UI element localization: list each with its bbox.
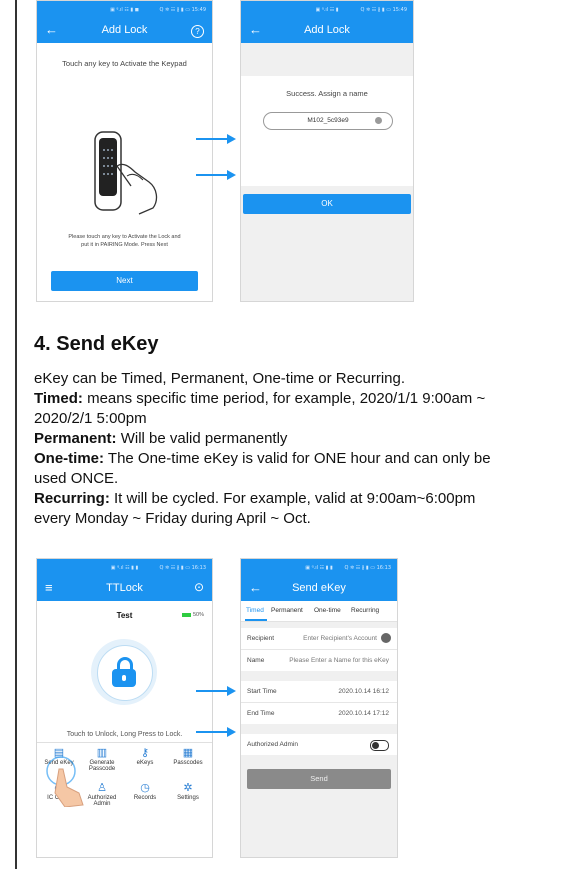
- scan-icon[interactable]: ⊙: [194, 580, 204, 594]
- tab-one-time[interactable]: One-time: [314, 607, 341, 614]
- lock-name-value: M102_5c93e9: [307, 117, 349, 124]
- arrow-right-icon: [196, 727, 236, 737]
- nav-bar: ← Add Lock ?: [37, 19, 212, 43]
- add-lock-screen-1: ▣ ᵍ.ıl ☷ ▮ ◼ Q ✲ ☷ ∦ ▮ ▭ 15:49 ← Add Loc…: [36, 0, 213, 302]
- status-right: Q ✲ ☷ ∦ ▮ ▭ 16:13: [159, 565, 206, 571]
- passcodes-icon: ▦: [182, 747, 194, 759]
- end-time-value[interactable]: 2020.10.14 17:12: [338, 710, 389, 717]
- ok-button[interactable]: OK: [243, 194, 411, 214]
- next-button[interactable]: Next: [51, 271, 198, 291]
- authorized-admin-row: Authorized Admin: [241, 734, 397, 755]
- add-lock-screen-2: ▣ ᵍ.ıl ☷ ▮ Q ✲ ☷ ∦ ▮ ▭ 15:49 ← Add Lock …: [240, 0, 414, 302]
- status-bar: ▣ ᵍ.ıl ☷ ▮ ▮ Q ✲ ☷ ∦ ▮ ▭ 16:13: [37, 559, 212, 577]
- grid-label: Records: [133, 795, 157, 801]
- ekey-type-tabs: Timed Permanent One-time Recurring: [241, 601, 397, 622]
- arrow-right-icon: [196, 134, 236, 144]
- status-right: Q ✲ ☷ ∦ ▮ ▭ 15:49: [360, 7, 407, 13]
- grid-label: Authorized Admin: [87, 795, 117, 807]
- arrow-right-icon: [196, 170, 236, 180]
- recipient-input[interactable]: Enter Recipient's Account: [303, 635, 377, 642]
- name-label: Name: [247, 657, 265, 664]
- status-right: Q ✲ ☷ ∦ ▮ ▭ 16:13: [344, 565, 391, 571]
- arrow-right-icon: [196, 686, 236, 696]
- nav-bar: ← Send eKey: [241, 577, 397, 601]
- onetime-description: One-time: The One-time eKey is valid for…: [34, 449, 491, 469]
- records-icon: ◷: [140, 782, 150, 794]
- keypad-lock-illustration: [94, 131, 158, 215]
- timed-description-cont: 2020/2/1 5:00pm: [34, 410, 147, 427]
- screen-title: TTLock: [106, 582, 143, 594]
- intro-text: eKey can be Timed, Permanent, One-time o…: [34, 370, 406, 387]
- records-item[interactable]: ◷ Records: [125, 781, 165, 801]
- end-time-row[interactable]: End Time 2020.10.14 17:12: [241, 703, 397, 724]
- nav-bar: ≡ TTLock ⊙: [37, 577, 212, 601]
- pairing-hint-line-2: put it in PAIRING Mode. Press Next: [81, 242, 168, 248]
- screen-title: Add Lock: [101, 24, 148, 36]
- start-time-value[interactable]: 2020.10.14 16:12: [338, 688, 389, 695]
- battery-indicator: 50%: [182, 612, 204, 618]
- tab-timed[interactable]: Timed: [246, 607, 264, 614]
- onetime-text: The One-time eKey is valid for ONE hour …: [104, 450, 491, 467]
- gear-icon: ✲: [183, 782, 193, 794]
- tab-permanent[interactable]: Permanent: [271, 607, 303, 614]
- ekeys-item[interactable]: ⚷ eKeys: [125, 746, 165, 766]
- recurring-label: Recurring:: [34, 490, 110, 507]
- recurring-description: Recurring: It will be cycled. For exampl…: [34, 489, 475, 509]
- active-tab-indicator: [245, 619, 267, 621]
- recipient-label: Recipient: [247, 635, 275, 642]
- name-row[interactable]: Name Please Enter a Name for this eKey: [241, 650, 397, 671]
- status-bar: ▣ ᵍ.ıl ☷ ▮ Q ✲ ☷ ∦ ▮ ▭ 15:49: [241, 1, 413, 19]
- ttlock-home-screen: ▣ ᵍ.ıl ☷ ▮ ▮ Q ✲ ☷ ∦ ▮ ▭ 16:13 ≡ TTLock …: [36, 558, 213, 858]
- authorized-admin-label: Authorized Admin: [247, 741, 298, 748]
- status-bar: ▣ ᵍ.ıl ☷ ▮ ◼ Q ✲ ☷ ∦ ▮ ▭ 15:49: [37, 1, 212, 19]
- onetime-label: One-time:: [34, 450, 105, 467]
- page-margin-rule: [15, 0, 17, 869]
- recurring-description-cont: every Monday ~ Friday during April ~ Oct…: [34, 510, 311, 527]
- name-input[interactable]: Please Enter a Name for this eKey: [289, 657, 389, 664]
- timed-description: Timed: means specific time period, for e…: [34, 389, 485, 409]
- section-heading: 4. Send eKey: [34, 333, 159, 355]
- recurring-text: It will be cycled. For example, valid at…: [109, 490, 476, 507]
- clear-icon[interactable]: [375, 117, 382, 124]
- settings-item[interactable]: ✲ Settings: [168, 781, 208, 801]
- permanent-label: Permanent:: [34, 430, 117, 447]
- pairing-hint-line-1: Please touch any key to Activate the Loc…: [68, 234, 181, 240]
- recipient-row[interactable]: Recipient Enter Recipient's Account: [241, 628, 397, 650]
- unlock-hint: Touch to Unlock, Long Press to Lock.: [66, 731, 183, 738]
- battery-icon: [182, 612, 192, 617]
- passcodes-item[interactable]: ▦ Passcodes: [168, 746, 208, 766]
- tab-recurring[interactable]: Recurring: [351, 607, 379, 614]
- grid-label: Passcodes: [173, 760, 203, 766]
- timed-text: means specific time period, for example,…: [82, 390, 486, 407]
- permanent-description: Permanent: Will be valid permanently: [34, 429, 287, 449]
- screen-title: Add Lock: [304, 24, 350, 36]
- contacts-icon[interactable]: [381, 633, 391, 643]
- grid-label: eKeys: [136, 760, 154, 766]
- status-bar: ▣ ᵍ.ıl ☷ ▮ ▮ Q ✲ ☷ ∦ ▮ ▭ 16:13: [241, 559, 397, 577]
- battery-level: 50%: [192, 612, 204, 618]
- nav-bar: ← Add Lock: [241, 19, 413, 43]
- grid-label: Generate Passcode: [88, 760, 116, 772]
- grid-label: Settings: [177, 795, 199, 801]
- keys-icon: ⚷: [140, 747, 150, 759]
- end-time-label: End Time: [247, 710, 275, 717]
- lock-name-input[interactable]: M102_5c93e9: [263, 112, 393, 130]
- timed-label: Timed:: [34, 390, 83, 407]
- send-ekey-screen: ▣ ᵍ.ıl ☷ ▮ ▮ Q ✲ ☷ ∦ ▮ ▭ 16:13 ← Send eK…: [240, 558, 398, 858]
- finger-tap-icon: [46, 756, 84, 807]
- permanent-text: Will be valid permanently: [116, 430, 288, 447]
- success-message: Success. Assign a name: [286, 89, 368, 98]
- screen-title: Send eKey: [292, 582, 346, 594]
- admin-toggle[interactable]: [370, 740, 389, 751]
- onetime-description-cont: used ONCE.: [34, 470, 119, 487]
- status-right: Q ✲ ☷ ∦ ▮ ▭ 15:49: [159, 7, 206, 13]
- help-icon[interactable]: ?: [191, 25, 204, 38]
- padlock-icon: [112, 657, 136, 687]
- start-time-row[interactable]: Start Time 2020.10.14 16:12: [241, 681, 397, 703]
- keypad-instruction: Touch any key to Activate the Keypad: [62, 59, 187, 68]
- unlock-button[interactable]: [91, 639, 157, 705]
- start-time-label: Start Time: [247, 688, 277, 695]
- send-button[interactable]: Send: [247, 769, 391, 789]
